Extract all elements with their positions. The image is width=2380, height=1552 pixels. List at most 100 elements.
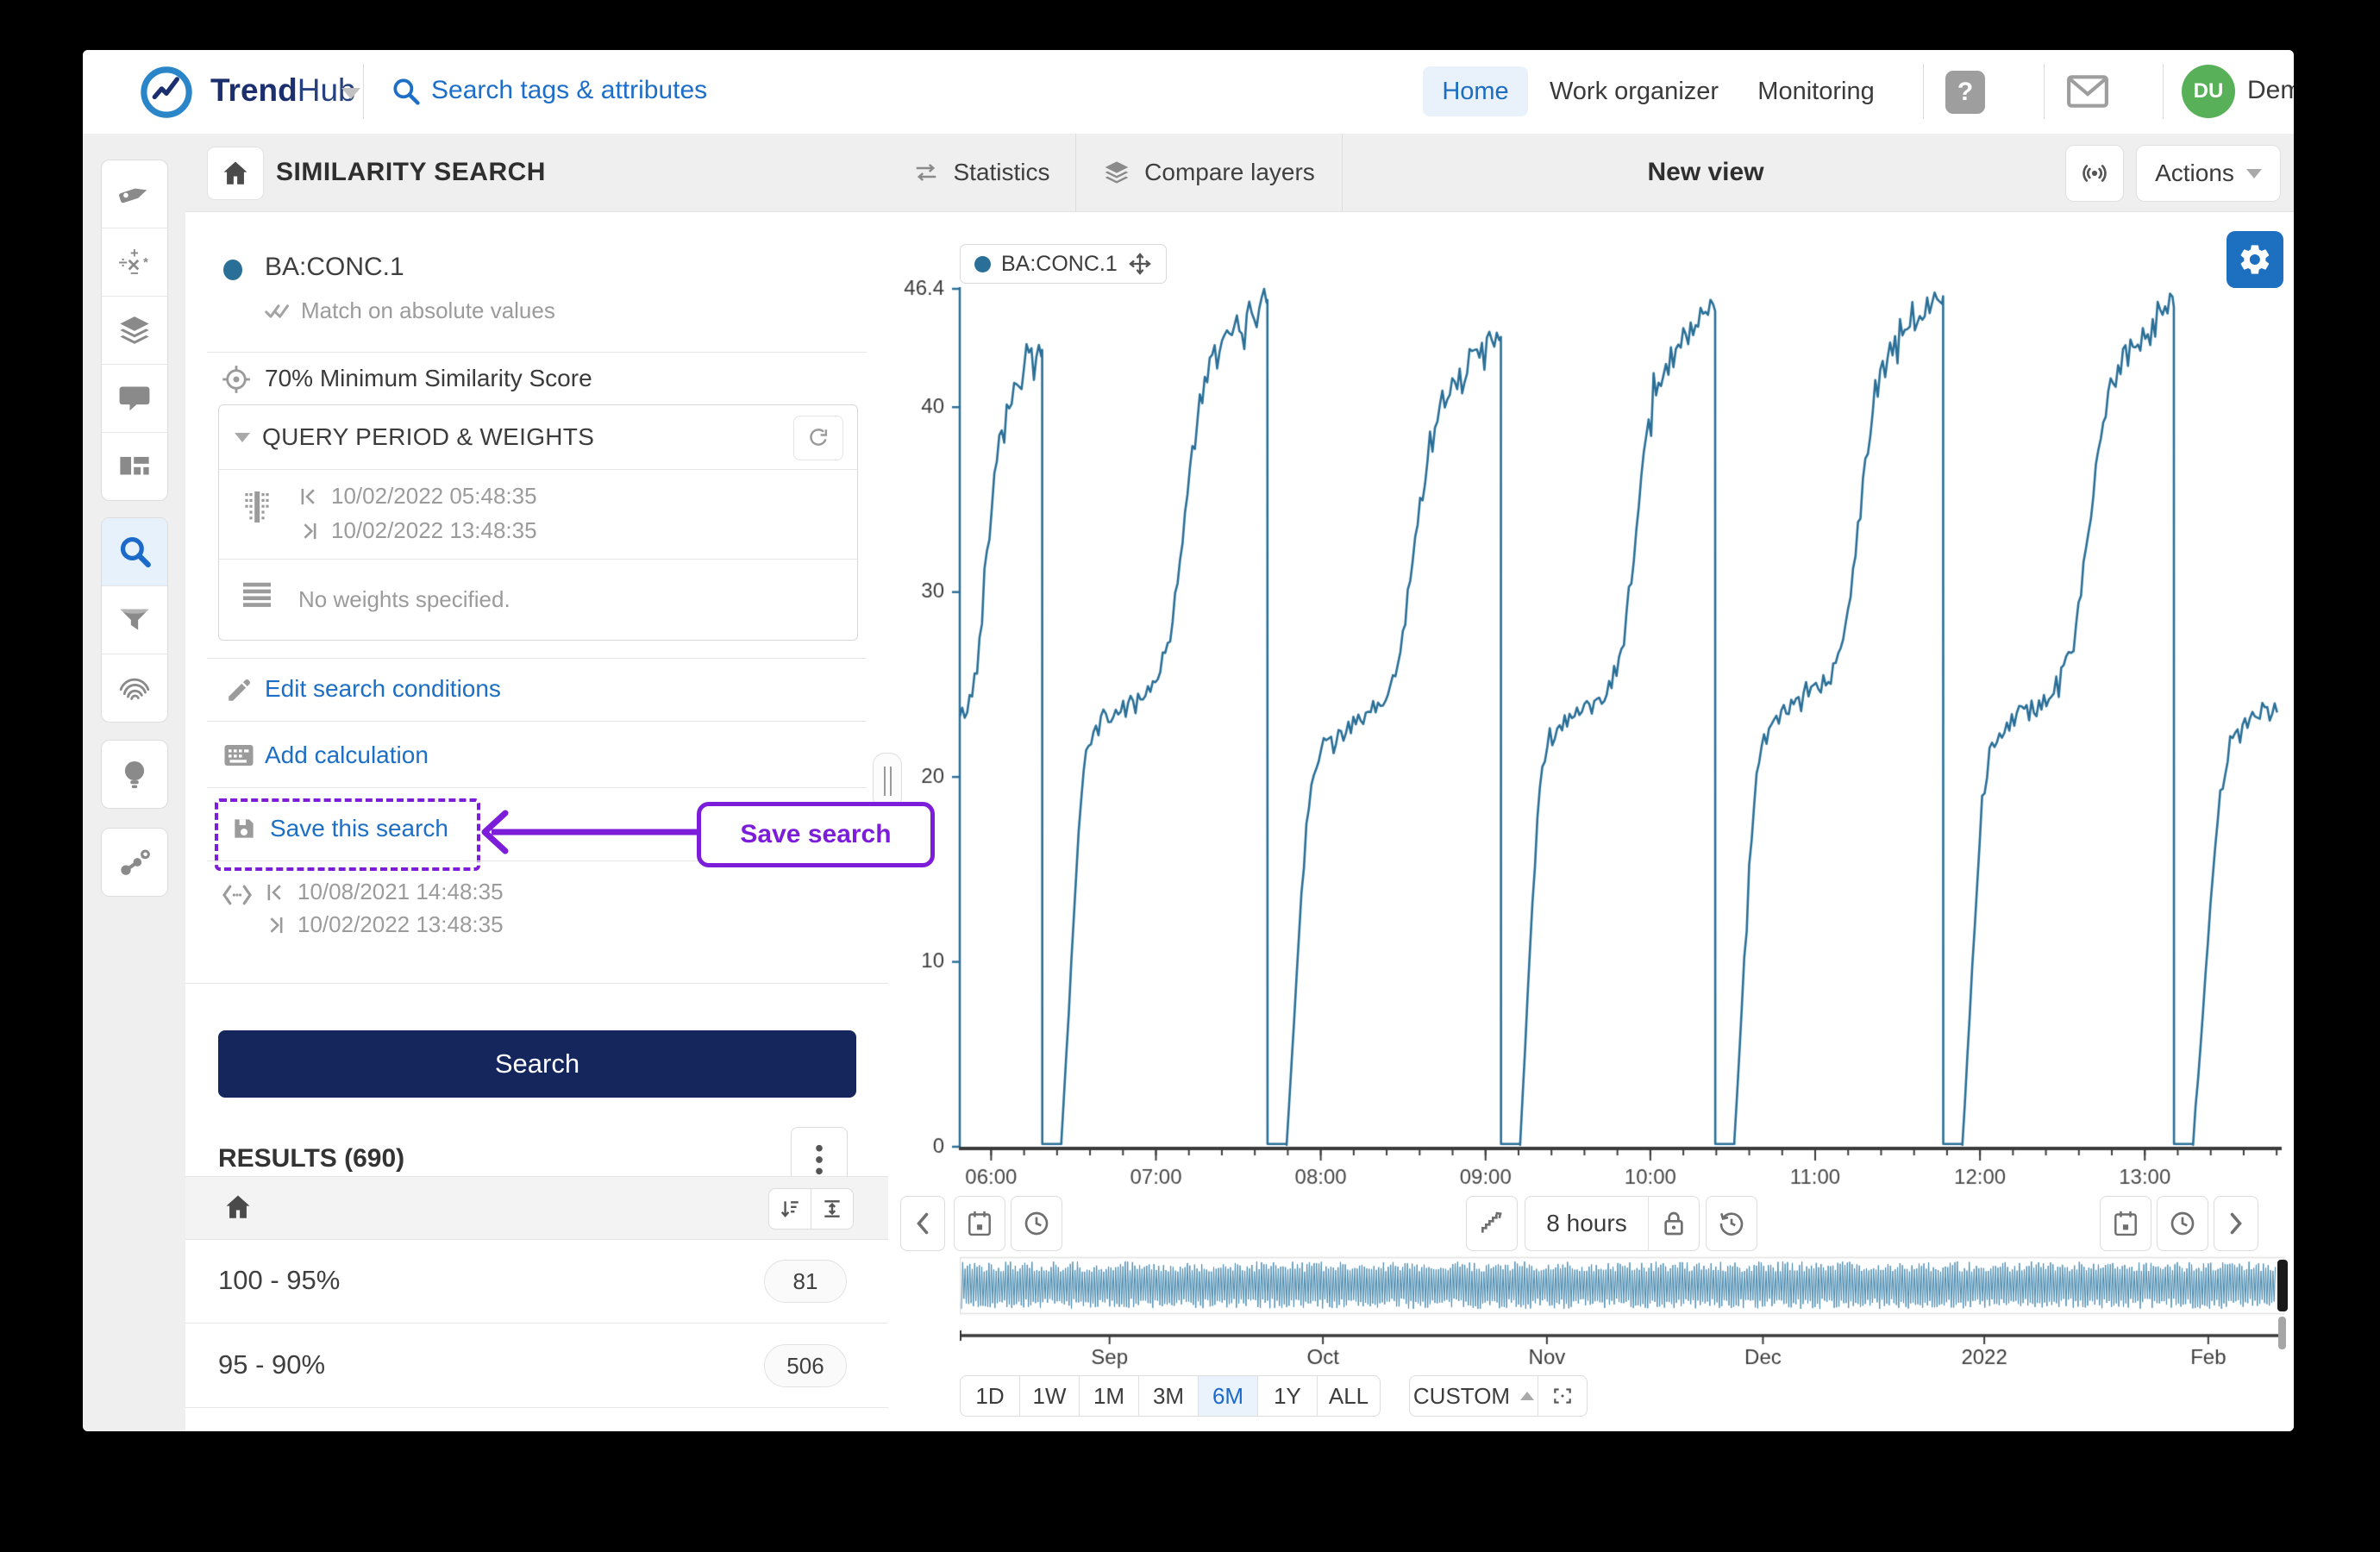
calculation-icon bbox=[223, 742, 254, 768]
sidebar-item-layers[interactable] bbox=[102, 296, 167, 364]
target-icon bbox=[220, 363, 253, 396]
collapse-chevron-icon[interactable] bbox=[235, 433, 250, 442]
trend-chart-canvas[interactable] bbox=[888, 211, 2294, 1192]
tab-monitoring[interactable]: Monitoring bbox=[1756, 66, 1876, 116]
range-1d-button[interactable]: 1D bbox=[961, 1376, 1019, 1416]
live-broadcast-icon bbox=[2080, 159, 2109, 188]
screenshot-frame: TrendHub Search tags & attributes Home W… bbox=[0, 0, 2380, 1552]
overview-scroll-handle[interactable] bbox=[2277, 1260, 2288, 1311]
sidebar-item-context-graph[interactable] bbox=[102, 829, 167, 896]
save-search-tooltip: Save search bbox=[697, 802, 935, 867]
lightbulb-icon bbox=[118, 758, 151, 791]
range-1y-button[interactable]: 1Y bbox=[1257, 1376, 1317, 1416]
query-start-value: 10/02/2022 05:48:35 bbox=[331, 483, 537, 510]
sidebar-item-filter[interactable] bbox=[102, 585, 167, 654]
search-button[interactable]: Search bbox=[218, 1030, 856, 1098]
custom-range-button[interactable]: CUSTOM bbox=[1410, 1376, 1538, 1416]
search-range-icon bbox=[222, 882, 253, 908]
end-calendar-button[interactable] bbox=[2100, 1196, 2151, 1251]
tab-work-organizer[interactable]: Work organizer bbox=[1549, 66, 1719, 116]
range-1w-button[interactable]: 1W bbox=[1019, 1376, 1079, 1416]
start-calendar-button[interactable] bbox=[954, 1196, 1005, 1251]
home-button[interactable] bbox=[207, 147, 264, 200]
rail-group-views: ÷+×*− bbox=[101, 160, 168, 501]
search-icon bbox=[390, 75, 423, 108]
query-tag-name[interactable]: BA:CONC.1 bbox=[265, 253, 404, 282]
range-6m-button[interactable]: 6M bbox=[1198, 1376, 1257, 1416]
overview-chart-canvas[interactable] bbox=[960, 1255, 2285, 1371]
sort-descending-button[interactable] bbox=[768, 1188, 811, 1230]
sidebar-item-calculations[interactable]: ÷+×*− bbox=[102, 228, 167, 296]
avatar[interactable]: DU bbox=[2182, 65, 2235, 118]
add-calculation-link[interactable]: Add calculation bbox=[265, 742, 429, 769]
result-row-label: 100 - 95% bbox=[218, 1238, 340, 1323]
tab-home[interactable]: Home bbox=[1423, 66, 1528, 116]
view-title[interactable]: New view bbox=[1342, 134, 2070, 211]
trendhub-logo-icon bbox=[138, 64, 195, 121]
save-this-search-link[interactable]: Save this search bbox=[270, 815, 448, 842]
fit-view-button[interactable] bbox=[1538, 1376, 1587, 1416]
svg-text:÷: ÷ bbox=[119, 253, 128, 272]
actions-button[interactable]: Actions bbox=[2136, 145, 2281, 202]
collapse-all-button[interactable] bbox=[811, 1188, 854, 1230]
pan-left-button[interactable] bbox=[900, 1196, 945, 1251]
interpolation-button[interactable] bbox=[1466, 1196, 1518, 1251]
top-bar: TrendHub Search tags & attributes Home W… bbox=[83, 50, 2294, 135]
compare-layers-button[interactable]: Compare layers bbox=[1076, 134, 1342, 211]
layers-icon bbox=[117, 313, 152, 347]
history-icon bbox=[1718, 1210, 1745, 1237]
lock-icon bbox=[1662, 1210, 1686, 1237]
range-end-row: 10/02/2022 13:48:35 bbox=[265, 911, 504, 938]
sidebar-item-similarity-search[interactable] bbox=[102, 518, 167, 585]
live-mode-button[interactable] bbox=[2065, 145, 2124, 202]
period-grid-icon bbox=[240, 488, 274, 526]
range-1m-button[interactable]: 1M bbox=[1079, 1376, 1138, 1416]
lock-duration-button[interactable] bbox=[1648, 1197, 1699, 1250]
refresh-button[interactable] bbox=[793, 416, 843, 460]
kebab-icon bbox=[815, 1142, 824, 1177]
chevron-right-icon bbox=[2226, 1211, 2246, 1236]
duration-button[interactable]: 8 hours bbox=[1525, 1197, 1648, 1250]
result-row[interactable]: 100 - 95% 81 bbox=[185, 1238, 888, 1324]
help-icon[interactable]: ? bbox=[1945, 71, 1985, 114]
search-input[interactable]: Search tags & attributes bbox=[431, 76, 707, 105]
compare-layers-icon bbox=[1103, 159, 1130, 186]
start-clock-button[interactable] bbox=[1011, 1196, 1062, 1251]
result-row[interactable]: 95 - 90% 506 bbox=[185, 1323, 888, 1408]
clock-icon bbox=[1023, 1210, 1050, 1237]
filter-icon bbox=[117, 603, 152, 637]
query-end-row: 10/02/2022 13:48:35 bbox=[298, 517, 537, 544]
range-3m-button[interactable]: 3M bbox=[1138, 1376, 1198, 1416]
range-start-row: 10/08/2021 14:48:35 bbox=[265, 879, 504, 905]
edit-search-conditions-link[interactable]: Edit search conditions bbox=[265, 675, 501, 703]
chart-settings-button[interactable] bbox=[2227, 231, 2283, 288]
brand-chevron-down-icon[interactable] bbox=[341, 88, 360, 99]
results-sort-group bbox=[768, 1188, 854, 1230]
results-title: RESULTS (690) bbox=[218, 1144, 404, 1173]
statistics-button[interactable]: Statistics bbox=[888, 134, 1075, 211]
clock-icon bbox=[2169, 1210, 2196, 1237]
end-clock-button[interactable] bbox=[2157, 1196, 2208, 1251]
similarity-score-label[interactable]: 70% Minimum Similarity Score bbox=[265, 365, 592, 392]
overview-scroll-stub[interactable] bbox=[2278, 1317, 2286, 1349]
sidebar-item-tags[interactable] bbox=[102, 160, 167, 228]
sidebar-item-comments[interactable] bbox=[102, 364, 167, 432]
sidebar-item-fingerprint[interactable] bbox=[102, 654, 167, 722]
legend-color-dot bbox=[974, 256, 991, 272]
pan-right-button[interactable] bbox=[2214, 1196, 2258, 1251]
user-menu-label[interactable]: Demo bbox=[2247, 76, 2294, 105]
sidebar-item-suggestions[interactable] bbox=[102, 741, 167, 808]
dashboard-icon bbox=[118, 450, 151, 483]
history-button[interactable] bbox=[1706, 1196, 1757, 1251]
match-mode-label: Match on absolute values bbox=[301, 297, 555, 324]
range-end-value: 10/02/2022 13:48:35 bbox=[298, 911, 504, 938]
sidebar-item-dashboard[interactable] bbox=[102, 432, 167, 500]
query-card-title: QUERY PERIOD & WEIGHTS bbox=[262, 405, 594, 469]
legend-chip[interactable]: BA:CONC.1 bbox=[960, 244, 1167, 284]
move-icon bbox=[1128, 252, 1152, 276]
range-start-value: 10/08/2021 14:48:35 bbox=[298, 879, 504, 905]
query-start-row: 10/02/2022 05:48:35 bbox=[298, 483, 537, 510]
mail-icon[interactable] bbox=[2066, 74, 2109, 109]
range-all-button[interactable]: ALL bbox=[1317, 1376, 1380, 1416]
result-count-badge: 81 bbox=[764, 1260, 847, 1303]
